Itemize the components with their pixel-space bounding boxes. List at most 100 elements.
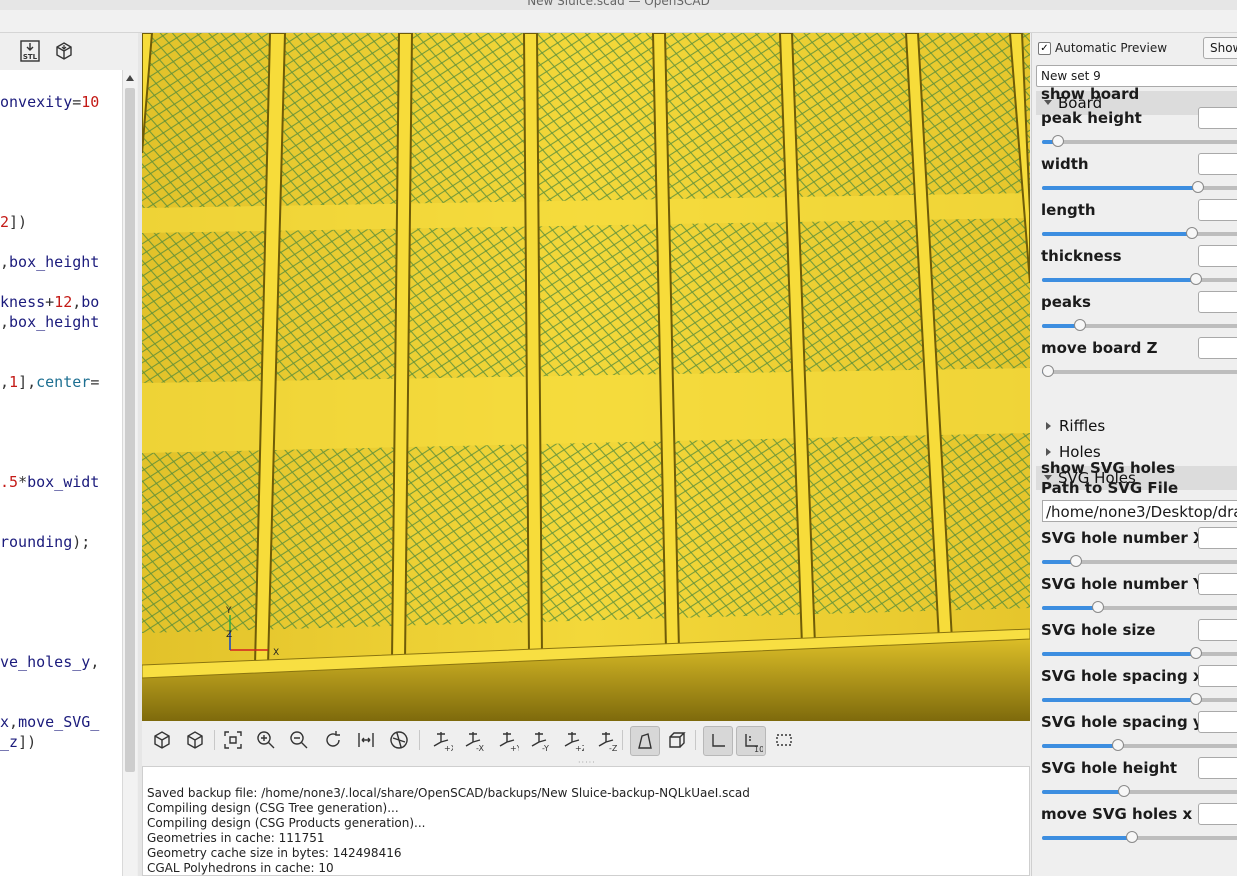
show-details-button[interactable]: Show (1203, 37, 1237, 59)
view-all-button[interactable] (219, 726, 247, 754)
perspective-button[interactable] (630, 726, 660, 756)
wireframe-icon (390, 731, 408, 749)
param-slider[interactable] (1042, 785, 1237, 797)
param-spinbox[interactable] (1198, 711, 1237, 733)
param-slider[interactable] (1042, 227, 1237, 239)
param-label: SVG hole number X (1041, 529, 1205, 547)
view-bottom-button[interactable]: -Z (592, 726, 620, 754)
show-scale-markers-button[interactable]: 10 (736, 726, 766, 756)
param-spinbox[interactable] (1198, 107, 1237, 129)
slider-handle[interactable] (1186, 227, 1198, 239)
param-spinbox[interactable] (1198, 245, 1237, 267)
orthogonal-button[interactable] (663, 726, 691, 754)
slider-fill (1042, 836, 1132, 840)
param-slider[interactable] (1042, 555, 1237, 567)
param-slider[interactable] (1042, 831, 1237, 843)
render-icon (187, 731, 203, 749)
slider-handle[interactable] (1112, 739, 1124, 751)
svg-path-input[interactable]: /home/none3/Desktop/draw (1042, 500, 1237, 522)
show-axes-button[interactable] (703, 726, 733, 756)
param-slider[interactable] (1042, 739, 1237, 751)
zoom-out-button[interactable] (285, 726, 313, 754)
slider-handle[interactable] (1070, 555, 1082, 567)
param-spinbox[interactable] (1198, 757, 1237, 779)
param-label: peaks (1041, 293, 1091, 311)
param-spinbox[interactable] (1198, 153, 1237, 175)
param-slider[interactable] (1042, 365, 1237, 377)
slider-handle[interactable] (1092, 601, 1104, 613)
slider-handle[interactable] (1190, 693, 1202, 705)
param-spinbox[interactable] (1198, 665, 1237, 687)
console-line: Saved backup file: /home/none3/.local/sh… (147, 786, 750, 800)
view-right-button[interactable]: +X (427, 726, 455, 754)
view-top-button[interactable]: +Z (558, 726, 586, 754)
view-front-button[interactable]: -Y (525, 726, 553, 754)
code-token: 12 (54, 293, 73, 311)
preset-select[interactable]: New set 9 (1036, 65, 1237, 87)
view-left-button[interactable]: -X (459, 726, 487, 754)
3d-viewport[interactable]: X Y Z (142, 33, 1030, 721)
zoom-in-icon (257, 731, 275, 749)
param-slider[interactable] (1042, 273, 1237, 285)
param-slider[interactable] (1042, 135, 1237, 147)
view-all-icon (224, 731, 242, 749)
param-spinbox[interactable] (1198, 619, 1237, 641)
section-riffles-header[interactable]: Riffles (1036, 414, 1237, 438)
3d-print-icon (56, 42, 72, 60)
zoom-out-icon (290, 731, 308, 749)
view-front-icon: -Y (531, 732, 549, 752)
slider-handle[interactable] (1042, 365, 1054, 377)
param-label[interactable]: show board (1041, 85, 1139, 103)
param-spinbox[interactable] (1198, 573, 1237, 595)
slider-fill (1042, 790, 1124, 794)
param-spinbox[interactable] (1198, 291, 1237, 313)
param-slider[interactable] (1042, 181, 1237, 193)
param-label[interactable]: show SVG holes (1041, 459, 1175, 477)
view-bottom-icon: -Z (598, 732, 618, 752)
console-line: Geometry cache size in bytes: 142498416 (147, 846, 402, 860)
reset-view-button[interactable] (319, 726, 347, 754)
editor-scrollbar[interactable] (122, 70, 137, 876)
code-token: center (36, 373, 91, 391)
param-label: peak height (1041, 109, 1142, 127)
scroll-up-arrow-icon[interactable] (126, 75, 134, 81)
param-slider[interactable] (1042, 601, 1237, 613)
send-to-print-button[interactable] (51, 38, 77, 64)
window-titlebar: New Sluice.scad — OpenSCAD (0, 0, 1237, 10)
show-edges-button[interactable] (770, 726, 798, 754)
render-button[interactable] (181, 726, 209, 754)
view-button-label: +Z (575, 744, 584, 752)
code-token: , (72, 293, 82, 311)
code-editor[interactable]: onvexity=10 2]) ,box_height kness+12,bo ,box… (0, 70, 123, 876)
param-spinbox[interactable] (1198, 199, 1237, 221)
view-back-button[interactable]: +Y (493, 726, 521, 754)
console-line: Compiling design (CSG Products generatio… (147, 816, 426, 830)
slider-fill (1042, 744, 1118, 748)
zoom-in-button[interactable] (252, 726, 280, 754)
code-token: , (90, 653, 100, 671)
code-token: , (0, 313, 10, 331)
view-surfaces-button[interactable] (352, 726, 380, 754)
param-spinbox[interactable] (1198, 803, 1237, 825)
param-slider[interactable] (1042, 647, 1237, 659)
param-slider[interactable] (1042, 319, 1237, 331)
slider-handle[interactable] (1192, 181, 1204, 193)
view-wireframe-button[interactable] (385, 726, 413, 754)
code-token: = (90, 373, 100, 391)
slider-fill (1042, 698, 1196, 702)
slider-handle[interactable] (1074, 319, 1086, 331)
preview-button[interactable] (148, 726, 176, 754)
automatic-preview-checkbox[interactable]: ✓ (1038, 42, 1051, 55)
export-stl-button[interactable]: STL (17, 38, 43, 64)
param-spinbox[interactable] (1198, 527, 1237, 549)
param-spinbox[interactable] (1198, 337, 1237, 359)
slider-handle[interactable] (1052, 135, 1064, 147)
slider-handle[interactable] (1190, 647, 1202, 659)
param-slider[interactable] (1042, 693, 1237, 705)
customizer-panel: ✓ Automatic Preview Show New set 9 Board… (1031, 33, 1237, 876)
slider-handle[interactable] (1118, 785, 1130, 797)
slider-handle[interactable] (1190, 273, 1202, 285)
automatic-preview-label: Automatic Preview (1055, 41, 1168, 55)
slider-handle[interactable] (1126, 831, 1138, 843)
editor-scrollbar-thumb[interactable] (125, 88, 135, 772)
